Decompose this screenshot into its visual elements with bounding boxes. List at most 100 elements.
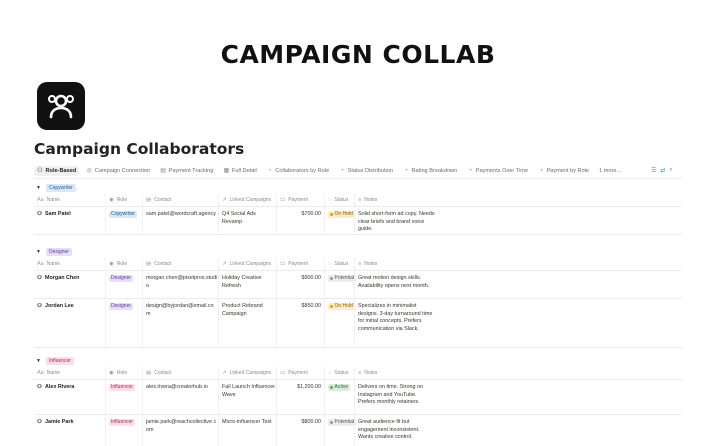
- tab-1-more-[interactable]: 1 more...: [596, 166, 624, 176]
- tab-collaborators-by-role[interactable]: ◔ Collaborators by Role: [264, 166, 332, 176]
- cell-status[interactable]: Active: [325, 380, 355, 414]
- cell-notes[interactable]: Solid short-form ad copy. Needs clear br…: [355, 207, 435, 234]
- cell-name[interactable]: ⚇ Alex Rivera: [34, 380, 106, 414]
- person-label: Morgan Chen: [45, 275, 80, 281]
- table-row[interactable]: ⚇ Morgan Chen Designer morgan.chen@pixelpro…: [34, 271, 682, 299]
- header-notes[interactable]: ≡ Notes: [355, 367, 435, 379]
- cell-name[interactable]: ⚇ Morgan Chen: [34, 271, 106, 298]
- cell-payment[interactable]: $1,200.00: [277, 380, 325, 414]
- header-campaigns[interactable]: ↗ Linked Campaigns: [219, 194, 277, 206]
- tab-label: Campaign Connection: [94, 168, 151, 174]
- notes-text: Delivers on time. Strong on Instagram an…: [358, 384, 424, 406]
- header-role[interactable]: ◉ Role: [106, 194, 143, 206]
- tab-payments-over-time[interactable]: ◔ Payments Over Time: [464, 166, 531, 176]
- table-row[interactable]: ⚇ Sam Patel Copywriter sam.patel@wordcraft.…: [34, 207, 682, 235]
- cell-status[interactable]: On Hold: [325, 299, 355, 347]
- cell-payment[interactable]: $800.00: [277, 415, 325, 446]
- cell-role[interactable]: Copywriter: [106, 207, 143, 234]
- cell-name[interactable]: ⚇ Sam Patel: [34, 207, 106, 234]
- sort-icon[interactable]: ⇄: [660, 167, 665, 174]
- header-name[interactable]: Aa Name: [34, 194, 106, 206]
- cell-notes[interactable]: Delivers on time. Strong on Instagram an…: [355, 380, 435, 414]
- header-contact[interactable]: ▤ Contact: [143, 258, 219, 270]
- caret-down-icon[interactable]: ▼: [36, 185, 41, 191]
- contact-email: sam.patel@wordcraft.agency: [146, 211, 216, 217]
- cell-role[interactable]: Influencer: [106, 415, 143, 446]
- cell-name[interactable]: ⚇ Jamie Park: [34, 415, 106, 446]
- header-status[interactable]: ◌ Status: [325, 367, 355, 379]
- tab-full-detail[interactable]: ▦ Full Detail: [220, 166, 259, 176]
- tab-payment-by-role[interactable]: ◔ Payment by Role: [535, 166, 592, 176]
- cell-role[interactable]: Designer: [106, 271, 143, 298]
- tab-status-distribution[interactable]: ◔ Status Distribution: [336, 166, 396, 176]
- header-spacer: [435, 194, 682, 206]
- table-row[interactable]: ⚇ Alex Rivera Influencer alex.rivera@creato…: [34, 380, 682, 415]
- header-role[interactable]: ◉ Role: [106, 367, 143, 379]
- cell-contact[interactable]: sam.patel@wordcraft.agency: [143, 207, 219, 234]
- cell-campaigns[interactable]: Q4 Social Ads Revamp: [219, 207, 277, 234]
- campaign-link[interactable]: Holiday Creative Refresh: [222, 275, 276, 290]
- cell-contact[interactable]: morgan.chen@pixelpros.studio: [143, 271, 219, 298]
- header-label: Contact: [154, 370, 172, 376]
- payment-value: $700.00: [301, 211, 322, 217]
- header-notes[interactable]: ≡ Notes: [355, 258, 435, 270]
- person-label: Alex Rivera: [45, 384, 75, 390]
- cell-campaigns[interactable]: Holiday Creative Refresh: [219, 271, 277, 298]
- group-header[interactable]: ▼ Designer: [34, 246, 682, 258]
- search-icon[interactable]: ⌕: [669, 167, 672, 174]
- cell-campaigns[interactable]: Micro-influencer Test: [219, 415, 277, 446]
- caret-down-icon[interactable]: ▼: [36, 249, 41, 255]
- table-row[interactable]: ⚇ Jordan Lee Designer design@byjordan@email…: [34, 299, 682, 348]
- cell-notes[interactable]: Great audience fit but engagement incons…: [355, 415, 435, 446]
- notes-column-icon: ≡: [358, 197, 362, 203]
- cell-role[interactable]: Influencer: [106, 380, 143, 414]
- contact-email: morgan.chen@pixelpros.studio: [146, 275, 218, 289]
- header-campaigns[interactable]: ↗ Linked Campaigns: [219, 258, 277, 270]
- campaign-link[interactable]: Micro-influencer Test: [222, 419, 272, 427]
- tab-payment-tracking[interactable]: ▤ Payment Tracking: [157, 166, 216, 176]
- cell-campaigns[interactable]: Fall Launch Influencer Wave: [219, 380, 277, 414]
- cell-status[interactable]: On Hold: [325, 207, 355, 234]
- header-name[interactable]: Aa Name: [34, 258, 106, 270]
- header-payment[interactable]: ▭ Payment: [277, 258, 325, 270]
- tab-label: Rating Breakdown: [411, 168, 458, 174]
- cell-payment[interactable]: $850.00: [277, 299, 325, 347]
- cell-campaigns[interactable]: Product Rebrand Campaign: [219, 299, 277, 347]
- cell-notes[interactable]: Great motion design skills. Availability…: [355, 271, 435, 298]
- campaign-link[interactable]: Fall Launch Influencer Wave: [222, 384, 276, 399]
- header-campaigns[interactable]: ↗ Linked Campaigns: [219, 367, 277, 379]
- header-notes[interactable]: ≡ Notes: [355, 194, 435, 206]
- header-label: Payment: [288, 370, 308, 376]
- table-row[interactable]: ⚇ Jamie Park Influencer jamie.park@reachcol…: [34, 415, 682, 446]
- header-status[interactable]: ◌ Status: [325, 258, 355, 270]
- campaign-link[interactable]: Product Rebrand Campaign: [222, 303, 276, 318]
- cell-contact[interactable]: design@byjordan@email.com: [143, 299, 219, 347]
- header-status[interactable]: ◌ Status: [325, 194, 355, 206]
- cell-contact[interactable]: jamie.park@reachcollective.com: [143, 415, 219, 446]
- cell-payment[interactable]: $900.00: [277, 271, 325, 298]
- header-role[interactable]: ◉ Role: [106, 258, 143, 270]
- cell-payment[interactable]: $700.00: [277, 207, 325, 234]
- cell-role[interactable]: Designer: [106, 299, 143, 347]
- caret-down-icon[interactable]: ▼: [36, 358, 41, 364]
- status-dot-icon: [330, 421, 333, 424]
- tab-campaign-connection[interactable]: ◎ Campaign Connection: [83, 166, 153, 176]
- group-header[interactable]: ▼ Influencer: [34, 355, 682, 367]
- tab-role-based[interactable]: ⚇ Role-Based: [34, 166, 80, 176]
- campaign-link[interactable]: Q4 Social Ads Revamp: [222, 211, 276, 226]
- header-label: Linked Campaigns: [229, 370, 272, 376]
- cell-status[interactable]: Potential: [325, 415, 356, 446]
- header-contact[interactable]: ▤ Contact: [143, 367, 219, 379]
- header-payment[interactable]: ▭ Payment: [277, 194, 325, 206]
- cell-name[interactable]: ⚇ Jordan Lee: [34, 299, 106, 347]
- group-header[interactable]: ▼ Copywriter: [34, 182, 682, 194]
- status-column-icon: ◌: [328, 261, 332, 267]
- filter-icon[interactable]: ☰: [651, 167, 656, 174]
- cell-contact[interactable]: alex.rivera@creatorhub.io: [143, 380, 219, 414]
- tab-rating-breakdown[interactable]: ◔ Rating Breakdown: [400, 166, 460, 176]
- cell-notes[interactable]: Specializes in minimalist designs. 3-day…: [355, 299, 435, 347]
- cell-status[interactable]: Potential: [325, 271, 356, 298]
- header-contact[interactable]: ▤ Contact: [143, 194, 219, 206]
- header-payment[interactable]: ▭ Payment: [277, 367, 325, 379]
- header-name[interactable]: Aa Name: [34, 367, 106, 379]
